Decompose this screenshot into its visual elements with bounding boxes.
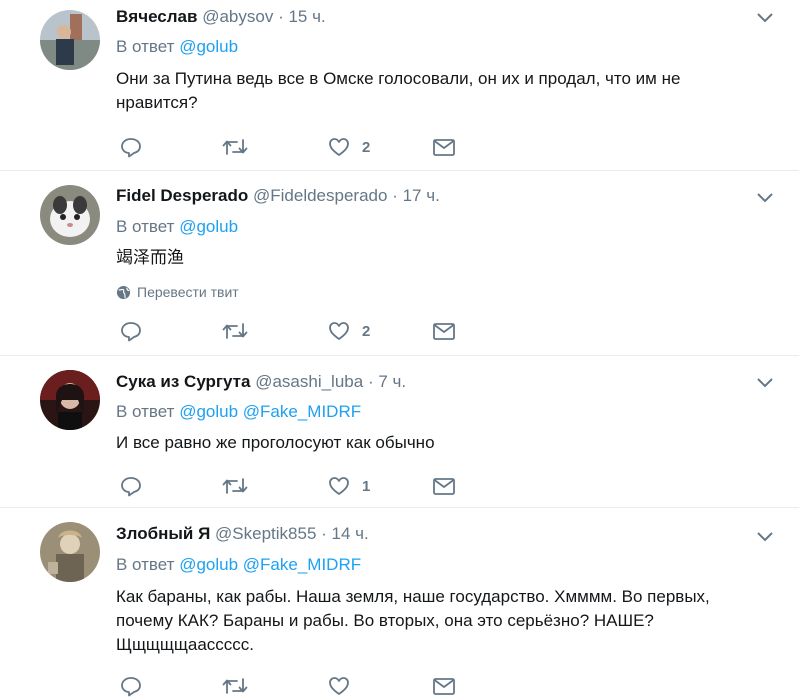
- reply-context: В ответ @golub: [116, 36, 238, 58]
- envelope-icon: [433, 323, 455, 340]
- tweet[interactable]: Злобный Я @Skeptik855 · 14 ч. В ответ @g…: [0, 508, 799, 697]
- translate-label: Перевести твит: [137, 284, 239, 300]
- user-handle[interactable]: @asashi_luba: [255, 372, 363, 391]
- reply-prefix: В ответ: [116, 217, 175, 236]
- avatar[interactable]: [40, 185, 100, 245]
- tweet[interactable]: Сука из Сургута @asashi_luba · 7 ч. В от…: [0, 356, 799, 508]
- reply-icon: [121, 138, 141, 158]
- tweet-header: Сука из Сургута @asashi_luba · 7 ч.: [116, 371, 406, 393]
- reply-context: В ответ @golub @Fake_MIDRF: [116, 401, 361, 423]
- separator-dot: ·: [392, 186, 398, 205]
- tweet-text: Как бараны, как рабы. Наша земля, наше г…: [116, 587, 710, 654]
- reply-prefix: В ответ: [116, 37, 175, 56]
- retweet-icon: [222, 478, 248, 494]
- mention-link[interactable]: @golub: [179, 402, 238, 421]
- tweet-text: И все равно же проголосуют как обычно: [116, 433, 435, 452]
- mention-link[interactable]: @golub: [179, 555, 238, 574]
- separator-dot: ·: [278, 7, 284, 26]
- heart-icon: [329, 322, 349, 340]
- reply-button[interactable]: [120, 474, 142, 498]
- user-handle[interactable]: @abysov: [202, 7, 273, 26]
- envelope-icon: [433, 478, 455, 495]
- reply-button[interactable]: [120, 674, 142, 698]
- display-name[interactable]: Вячеслав: [116, 7, 197, 26]
- like-button[interactable]: [328, 674, 350, 698]
- envelope-icon: [433, 678, 455, 695]
- direct-message-button[interactable]: [432, 319, 456, 343]
- like-count: 2: [362, 138, 371, 156]
- display-name[interactable]: Fidel Desperado: [116, 186, 248, 205]
- reply-icon: [121, 677, 141, 697]
- display-name[interactable]: Злобный Я: [116, 524, 210, 543]
- heart-icon: [329, 677, 349, 695]
- like-count: 1: [362, 477, 371, 495]
- translate-tweet-link[interactable]: Перевести твит: [116, 283, 239, 301]
- tweet-actions: 1: [120, 474, 480, 498]
- separator-dot: ·: [321, 524, 327, 543]
- avatar[interactable]: [40, 10, 100, 70]
- mention-link[interactable]: @Fake_MIDRF: [243, 555, 361, 574]
- tweet-header: Вячеслав @abysov · 15 ч.: [116, 6, 326, 28]
- direct-message-button[interactable]: [432, 674, 456, 698]
- timestamp[interactable]: 7 ч.: [378, 372, 406, 391]
- tweet-text: Они за Путина ведь все в Омске голосовал…: [116, 69, 681, 112]
- direct-message-button[interactable]: [432, 135, 456, 159]
- reply-prefix: В ответ: [116, 555, 175, 574]
- separator-dot: ·: [367, 372, 374, 391]
- mention-link[interactable]: @golub: [179, 37, 238, 56]
- heart-icon: [329, 138, 349, 156]
- reply-icon: [121, 477, 141, 497]
- tweet[interactable]: Вячеслав @abysov · 15 ч. В ответ @golub …: [0, 0, 799, 171]
- retweet-icon: [222, 323, 248, 339]
- reply-feed: Вячеслав @abysov · 15 ч. В ответ @golub …: [0, 0, 799, 697]
- like-count: 2: [362, 322, 371, 340]
- chevron-down-icon[interactable]: [755, 375, 775, 391]
- user-handle[interactable]: @Fideldesperado: [253, 186, 387, 205]
- reply-prefix: В ответ: [116, 402, 175, 421]
- envelope-icon: [433, 139, 455, 156]
- mention-link[interactable]: @golub: [179, 217, 238, 236]
- timestamp[interactable]: 15 ч.: [288, 7, 325, 26]
- retweet-icon: [222, 678, 248, 694]
- like-button[interactable]: 2: [328, 135, 370, 159]
- avatar[interactable]: [40, 370, 100, 430]
- user-handle[interactable]: @Skeptik855: [215, 524, 316, 543]
- reply-icon: [121, 322, 141, 342]
- chevron-down-icon[interactable]: [755, 190, 775, 206]
- chevron-down-icon[interactable]: [755, 529, 775, 545]
- direct-message-button[interactable]: [432, 474, 456, 498]
- retweet-button[interactable]: [222, 674, 248, 698]
- retweet-button[interactable]: [222, 474, 248, 498]
- reply-context: В ответ @golub @Fake_MIDRF: [116, 554, 361, 576]
- like-button[interactable]: 2: [328, 319, 370, 343]
- globe-icon: [116, 285, 131, 299]
- like-button[interactable]: 1: [328, 474, 370, 498]
- retweet-button[interactable]: [222, 135, 248, 159]
- display-name[interactable]: Сука из Сургута: [116, 372, 250, 391]
- tweet-actions: [120, 674, 480, 698]
- reply-button[interactable]: [120, 135, 142, 159]
- retweet-button[interactable]: [222, 319, 248, 343]
- tweet-text: 竭泽而渔: [116, 248, 184, 267]
- retweet-icon: [222, 139, 248, 155]
- tweet-header: Fidel Desperado @Fideldesperado · 17 ч.: [116, 185, 440, 207]
- reply-button[interactable]: [120, 319, 142, 343]
- tweet-header: Злобный Я @Skeptik855 · 14 ч.: [116, 523, 369, 545]
- timestamp[interactable]: 17 ч.: [403, 186, 440, 205]
- tweet[interactable]: Fidel Desperado @Fideldesperado · 17 ч. …: [0, 171, 799, 356]
- chevron-down-icon[interactable]: [755, 10, 775, 26]
- mention-link[interactable]: @Fake_MIDRF: [243, 402, 361, 421]
- reply-context: В ответ @golub: [116, 216, 238, 238]
- timestamp[interactable]: 14 ч.: [332, 524, 369, 543]
- tweet-actions: 2: [120, 319, 480, 343]
- tweet-actions: 2: [120, 135, 480, 159]
- heart-icon: [329, 477, 349, 495]
- avatar[interactable]: [40, 522, 100, 582]
